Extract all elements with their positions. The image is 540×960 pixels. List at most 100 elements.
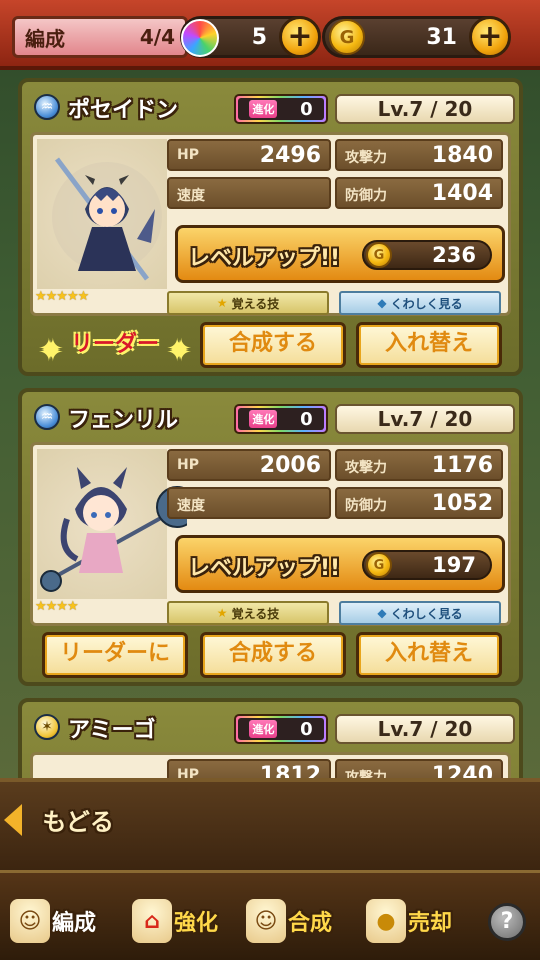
attack-stat: 攻撃力 1240 xyxy=(335,759,503,778)
rarity-stars: ★★★★★ xyxy=(35,289,89,304)
tab-enhance-label: 強化 xyxy=(174,911,219,936)
top-status-bar: 編成 4/4 5 + G 31 + xyxy=(0,0,540,70)
character-detail-panel: HP 1812 攻撃力 1240 xyxy=(30,752,511,778)
level-up-label: レベルアップ!! xyxy=(188,556,341,581)
level-display: Lv.7 / 20 xyxy=(335,94,515,124)
level-display: Lv.7 / 20 xyxy=(335,714,515,744)
evolution-badge: 進化 0 xyxy=(234,714,328,744)
defense-stat: 防御力 1404 xyxy=(335,177,503,209)
leader-badge-label: リーダー xyxy=(70,332,159,357)
attack-value: 1176 xyxy=(431,453,493,478)
formation-label: 編成 xyxy=(25,26,65,51)
gold-coin-icon: G xyxy=(366,552,392,578)
gold-coin-icon: G xyxy=(329,19,365,55)
tab-formation[interactable]: ☺ 編成 xyxy=(10,895,96,947)
learnable-skills-button[interactable]: ★ 覚える技 xyxy=(167,601,329,625)
gold-coin-icon: G xyxy=(366,242,392,268)
speed-stat: 速度 xyxy=(167,487,331,519)
set-leader-button[interactable]: リーダーに xyxy=(42,632,188,678)
attack-stat: 攻撃力 1176 xyxy=(335,449,503,481)
details-label: くわしく見る xyxy=(390,296,463,311)
attack-label: 攻撃力 xyxy=(345,150,387,166)
leader-badge: ✦ リーダー ✦ xyxy=(40,322,190,368)
swap-button[interactable]: 入れ替え xyxy=(356,322,502,368)
defense-value: 1404 xyxy=(431,181,493,206)
level-up-button[interactable]: レベルアップ!! G 236 xyxy=(175,225,505,283)
hp-label: HP xyxy=(177,457,199,473)
details-button[interactable]: ◆ くわしく見る xyxy=(339,291,501,315)
speed-stat: 速度 xyxy=(167,177,331,209)
learnable-skills-button[interactable]: ★ 覚える技 xyxy=(167,291,329,315)
gold-counter: G 31 + xyxy=(322,16,511,58)
defense-label: 防御力 xyxy=(345,498,387,514)
evolution-label: 進化 xyxy=(249,720,278,738)
attack-stat: 攻撃力 1840 xyxy=(335,139,503,171)
star-icon: ★ xyxy=(216,296,228,310)
buy-gems-button[interactable]: + xyxy=(279,16,321,58)
tab-sell-label: 売却 xyxy=(408,911,453,936)
evolution-value: 0 xyxy=(300,408,313,430)
buy-gold-button[interactable]: + xyxy=(469,16,511,58)
tab-sell[interactable]: ● 売却 xyxy=(366,895,452,947)
rarity-stars: ★★★★ xyxy=(35,599,79,614)
tab-merge[interactable]: ☺ 合成 xyxy=(246,895,332,947)
hp-label: HP xyxy=(177,147,199,163)
gold-value: 31 xyxy=(426,25,457,50)
level-up-cost-value: 197 xyxy=(432,553,476,577)
evolution-badge: 進化 0 xyxy=(234,404,328,434)
water-element-icon: ♒ xyxy=(34,404,60,430)
light-element-icon: ✶ xyxy=(34,714,60,740)
details-button[interactable]: ◆ くわしく見る xyxy=(339,601,501,625)
speed-label: 速度 xyxy=(177,188,205,204)
star-icon: ★ xyxy=(216,606,228,620)
details-label: くわしく見る xyxy=(390,606,463,621)
back-button[interactable]: もどる xyxy=(4,802,114,837)
character-card: ♒ フェンリル 進化 0 Lv.7 / 20 ★★★★ HP 2006 攻撃力 … xyxy=(18,388,523,686)
tab-merge-label: 合成 xyxy=(288,911,333,936)
gem-icon xyxy=(181,19,219,57)
attack-value: 1840 xyxy=(431,143,493,168)
speed-label: 速度 xyxy=(177,498,205,514)
attack-label: 攻撃力 xyxy=(345,460,387,476)
hp-value: 2006 xyxy=(259,453,321,478)
character-card: ✶ アミーゴ 進化 0 Lv.7 / 20 HP 1812 攻撃力 1240 xyxy=(18,698,523,778)
character-detail-panel: ★★★★ HP 2006 攻撃力 1176 速度 防御力 1052 レベルアップ… xyxy=(30,442,511,626)
sparkle-icon: ✦ xyxy=(168,336,190,366)
swap-button[interactable]: 入れ替え xyxy=(356,632,502,678)
evolution-value: 0 xyxy=(300,718,313,740)
help-button[interactable]: ? xyxy=(488,903,526,941)
merge-icon: ☺ xyxy=(246,899,286,943)
diamond-icon: ◆ xyxy=(377,606,387,620)
level-up-cost: G 197 xyxy=(362,550,492,580)
merge-button[interactable]: 合成する xyxy=(200,632,346,678)
defense-value: 1052 xyxy=(431,491,493,516)
hp-stat: HP 1812 xyxy=(167,759,331,778)
level-up-label: レベルアップ!! xyxy=(188,246,341,271)
attack-value: 1240 xyxy=(431,763,493,778)
hp-stat: HP 2006 xyxy=(167,449,331,481)
tab-enhance[interactable]: ⌂ 強化 xyxy=(132,895,218,947)
bottom-tab-bar: ☺ 編成 ⌂ 強化 ☺ 合成 ● 売却 ? xyxy=(0,870,540,960)
defense-stat: 防御力 1052 xyxy=(335,487,503,519)
merge-button[interactable]: 合成する xyxy=(200,322,346,368)
gem-value: 5 xyxy=(251,25,267,50)
hp-value: 1812 xyxy=(259,763,321,778)
level-display: Lv.7 / 20 xyxy=(335,404,515,434)
formation-count: 4/4 xyxy=(139,25,175,49)
gem-counter: 5 + xyxy=(180,16,321,58)
character-card: ♒ ポセイドン 進化 0 Lv.7 / 20 ★★★★★ HP 2496 攻撃力… xyxy=(18,78,523,376)
character-portrait[interactable] xyxy=(37,449,198,599)
attack-label: 攻撃力 xyxy=(345,770,387,778)
fenrir-sprite xyxy=(40,467,198,592)
character-detail-panel: ★★★★★ HP 2496 攻撃力 1840 速度 防御力 1404 レベルアッ… xyxy=(30,132,511,316)
learnable-skills-label: 覚える技 xyxy=(231,296,280,311)
level-up-button[interactable]: レベルアップ!! G 197 xyxy=(175,535,505,593)
character-name: ポセイドン xyxy=(68,98,179,123)
character-name: アミーゴ xyxy=(68,718,156,743)
evolution-label: 進化 xyxy=(249,410,278,428)
sparkle-icon: ✦ xyxy=(40,336,62,366)
back-label: もどる xyxy=(42,808,114,836)
enhance-icon: ⌂ xyxy=(132,899,172,943)
character-portrait[interactable] xyxy=(37,139,167,289)
character-list[interactable]: ♒ ポセイドン 進化 0 Lv.7 / 20 ★★★★★ HP 2496 攻撃力… xyxy=(0,70,540,778)
